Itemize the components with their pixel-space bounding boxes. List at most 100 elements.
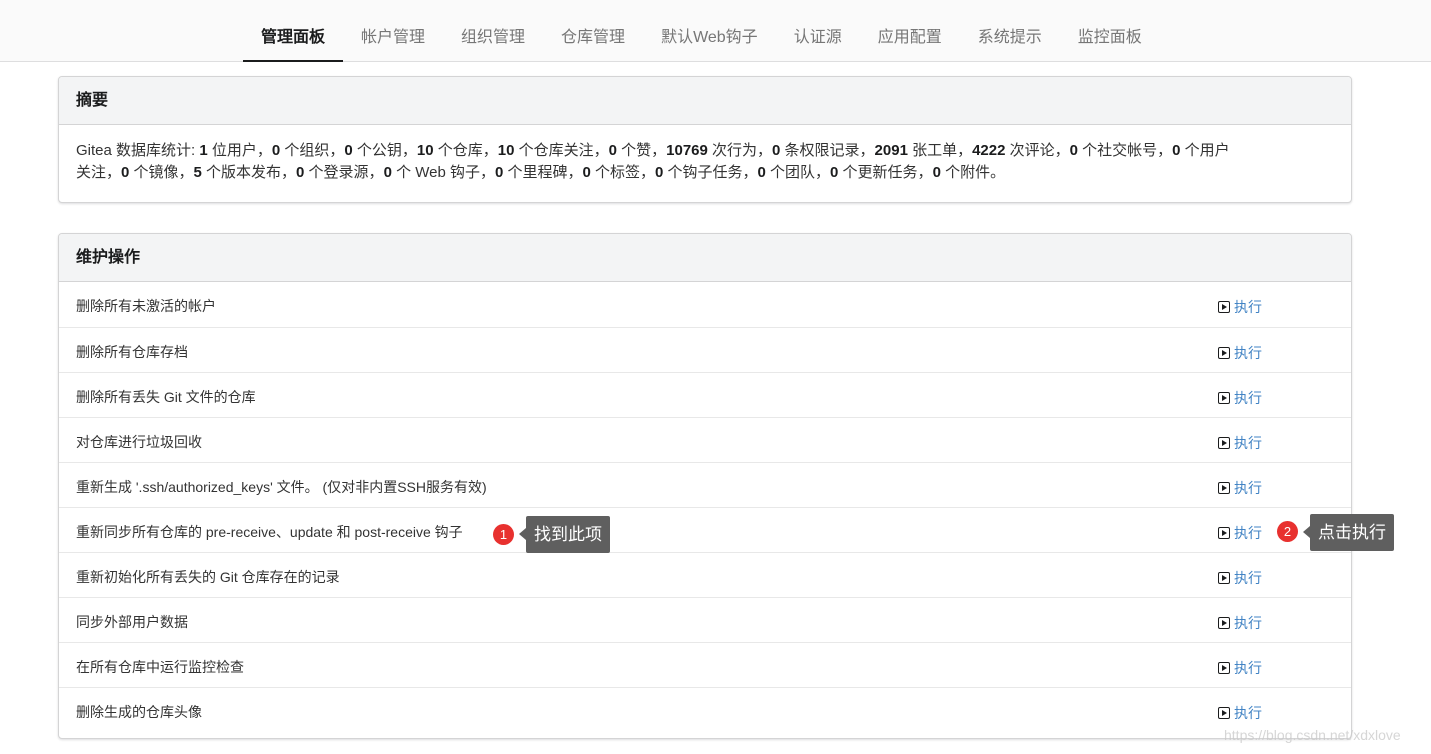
stat-value: 1 — [199, 142, 207, 159]
watermark: https://blog.csdn.net/xdxlove — [1224, 727, 1401, 743]
run-label: 执行 — [1234, 478, 1262, 498]
stat-text: 个组织， — [280, 142, 344, 159]
tab-default-webhooks[interactable]: 默认Web钩子 — [643, 0, 776, 62]
run-label: 执行 — [1234, 568, 1262, 588]
summary-title: 摘要 — [59, 77, 1351, 125]
play-square-icon — [1218, 527, 1230, 539]
operation-row: 删除所有仓库存档执行 — [59, 327, 1351, 372]
operation-label: 重新同步所有仓库的 pre-receive、update 和 post-rece… — [76, 508, 463, 556]
stat-text: 次行为， — [708, 142, 772, 159]
run-label: 执行 — [1234, 388, 1262, 408]
operation-row: 删除生成的仓库头像执行 — [59, 687, 1351, 732]
run-operation-button[interactable]: 执行 — [1218, 613, 1262, 633]
tab-notices[interactable]: 系统提示 — [960, 0, 1060, 62]
run-operation-button[interactable]: 执行 — [1218, 388, 1262, 408]
run-operation-button[interactable]: 执行 — [1218, 297, 1262, 317]
stat-value: 0 — [272, 142, 280, 159]
stat-text: 个钩子任务， — [663, 164, 757, 181]
tab-repositories[interactable]: 仓库管理 — [543, 0, 643, 62]
stat-value: 0 — [933, 164, 941, 181]
annotation-badge-1: 1 — [493, 524, 514, 545]
annotation-callout-click-run: 点击执行 — [1310, 514, 1394, 551]
play-square-icon — [1218, 662, 1230, 674]
stat-text: 个赞， — [617, 142, 666, 159]
operation-label: 对仓库进行垃圾回收 — [76, 418, 202, 466]
summary-panel: 摘要 Gitea 数据库统计: 1 位用户，0 个组织，0 个公钥，10 个仓库… — [58, 76, 1352, 203]
stat-value: 0 — [758, 164, 766, 181]
summary-stats: Gitea 数据库统计: 1 位用户，0 个组织，0 个公钥，10 个仓库，10… — [59, 125, 1351, 184]
maintenance-operations-list: 删除所有未激活的帐户执行删除所有仓库存档执行删除所有丢失 Git 文件的仓库执行… — [59, 282, 1351, 732]
play-square-icon — [1218, 482, 1230, 494]
stat-text: 个 Web 钩子， — [392, 164, 495, 181]
admin-top-nav: 管理面板 帐户管理 组织管理 仓库管理 默认Web钩子 认证源 应用配置 系统提… — [0, 0, 1431, 62]
run-label: 执行 — [1234, 297, 1262, 317]
operation-label: 重新初始化所有丢失的 Git 仓库存在的记录 — [76, 553, 340, 601]
stat-value: 10 — [417, 142, 434, 159]
tab-config[interactable]: 应用配置 — [860, 0, 960, 62]
annotation-badge-2: 2 — [1277, 521, 1298, 542]
stat-text: 个登录源， — [304, 164, 383, 181]
operation-label: 删除所有未激活的帐户 — [76, 282, 216, 330]
run-operation-button[interactable]: 执行 — [1218, 343, 1262, 363]
operation-row: 同步外部用户数据执行 — [59, 597, 1351, 642]
stat-value: 5 — [194, 164, 202, 181]
tab-dashboard[interactable]: 管理面板 — [243, 0, 343, 62]
run-operation-button[interactable]: 执行 — [1218, 703, 1262, 723]
maintenance-panel: 维护操作 删除所有未激活的帐户执行删除所有仓库存档执行删除所有丢失 Git 文件… — [58, 233, 1352, 739]
stat-text: 个仓库， — [434, 142, 498, 159]
stat-text: Gitea 数据库统计: — [76, 142, 199, 159]
play-square-icon — [1218, 347, 1230, 359]
run-operation-button[interactable]: 执行 — [1218, 478, 1262, 498]
play-square-icon — [1218, 437, 1230, 449]
stat-text: 张工单， — [908, 142, 972, 159]
stat-text: 个镜像， — [129, 164, 193, 181]
stat-text: 个社交帐号， — [1078, 142, 1172, 159]
run-label: 执行 — [1234, 613, 1262, 633]
stat-value: 0 — [1172, 142, 1180, 159]
summary-stats-line-2: 关注，0 个镜像，5 个版本发布，0 个登录源，0 个 Web 钩子，0 个里程… — [76, 162, 1334, 184]
stat-text: 次评论， — [1005, 142, 1069, 159]
play-square-icon — [1218, 392, 1230, 404]
run-operation-button[interactable]: 执行 — [1218, 658, 1262, 678]
run-label: 执行 — [1234, 343, 1262, 363]
play-square-icon — [1218, 707, 1230, 719]
run-operation-button[interactable]: 执行 — [1218, 568, 1262, 588]
play-square-icon — [1218, 301, 1230, 313]
operation-row: 删除所有未激活的帐户 执行 — [59, 282, 1351, 327]
stat-value: 0 — [609, 142, 617, 159]
stat-text: 个标签， — [591, 164, 655, 181]
stat-text: 条权限记录， — [780, 142, 874, 159]
stat-text: 个更新任务， — [838, 164, 932, 181]
stat-text: 个用户 — [1181, 142, 1230, 159]
operation-row: 对仓库进行垃圾回收执行 — [59, 417, 1351, 462]
stat-value: 10769 — [666, 142, 708, 159]
stat-text: 个团队， — [766, 164, 830, 181]
tab-organizations[interactable]: 组织管理 — [443, 0, 543, 62]
run-label: 执行 — [1234, 703, 1262, 723]
operation-row: 删除所有丢失 Git 文件的仓库执行 — [59, 372, 1351, 417]
stat-value: 4222 — [972, 142, 1005, 159]
stat-value: 0 — [384, 164, 392, 181]
stat-text: 个版本发布， — [202, 164, 296, 181]
stat-value: 0 — [344, 142, 352, 159]
operation-label: 删除所有丢失 Git 文件的仓库 — [76, 373, 256, 421]
operation-label: 在所有仓库中运行监控检查 — [76, 643, 244, 691]
run-label: 执行 — [1234, 658, 1262, 678]
run-label: 执行 — [1234, 433, 1262, 453]
stat-value: 0 — [583, 164, 591, 181]
stat-text: 个公钥， — [353, 142, 417, 159]
tab-monitor[interactable]: 监控面板 — [1060, 0, 1160, 62]
tab-user-accounts[interactable]: 帐户管理 — [343, 0, 443, 62]
tab-auth-sources[interactable]: 认证源 — [776, 0, 860, 62]
stat-text: 关注， — [76, 164, 121, 181]
stat-value: 0 — [1070, 142, 1078, 159]
run-operation-button[interactable]: 执行 — [1218, 523, 1262, 543]
operation-label: 重新生成 '.ssh/authorized_keys' 文件。 (仅对非内置SS… — [76, 463, 487, 511]
run-operation-button[interactable]: 执行 — [1218, 433, 1262, 453]
stat-text: 个仓库关注， — [514, 142, 608, 159]
operation-row: 重新初始化所有丢失的 Git 仓库存在的记录执行 — [59, 552, 1351, 597]
operation-label: 删除所有仓库存档 — [76, 328, 188, 376]
play-square-icon — [1218, 572, 1230, 584]
stat-value: 2091 — [875, 142, 908, 159]
play-square-icon — [1218, 617, 1230, 629]
